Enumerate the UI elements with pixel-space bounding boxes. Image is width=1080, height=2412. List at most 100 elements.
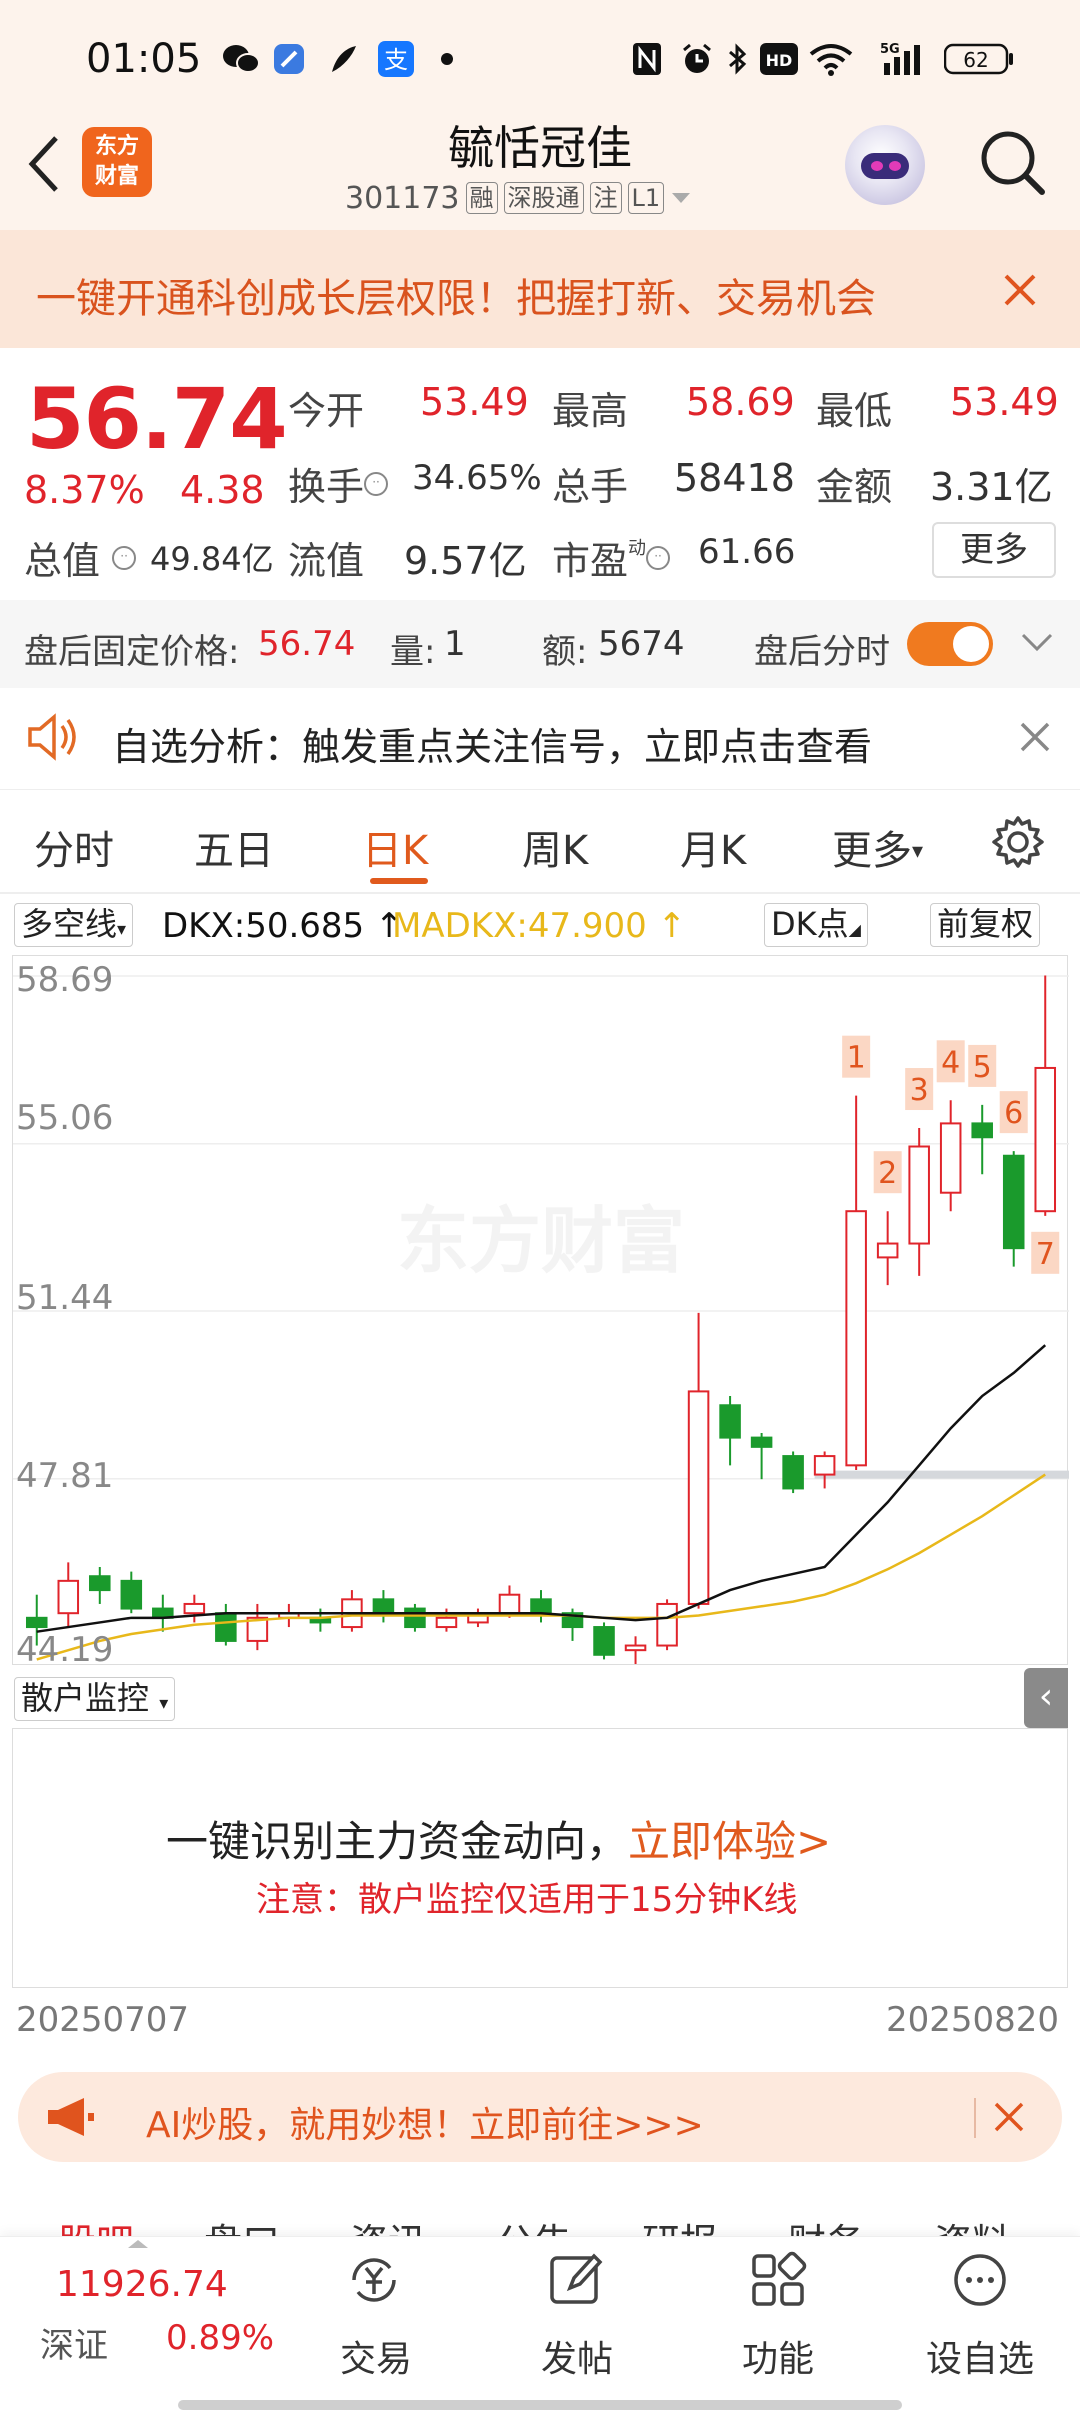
- more-dot-icon: [440, 42, 454, 76]
- candle-body: [120, 1579, 143, 1610]
- svg-text:HD: HD: [766, 51, 793, 70]
- bluetooth-icon: [726, 42, 750, 76]
- stock-subtitle[interactable]: 301173 融 深股通 注 L1: [345, 178, 692, 218]
- tab-weekly-k[interactable]: 周K: [522, 818, 588, 876]
- more-button[interactable]: 更多: [932, 522, 1056, 578]
- ah-price-label: 盘后固定价格:: [24, 632, 240, 672]
- nav-add-watchlist[interactable]: 设自选: [926, 2330, 1034, 2382]
- y-tick-label: 58.69: [16, 960, 114, 1000]
- candle-body: [25, 1616, 48, 1629]
- dk-point-label: 3: [910, 1073, 929, 1108]
- after-hours-toggle[interactable]: [907, 622, 993, 666]
- pe-value: 61.66: [698, 532, 796, 572]
- dk-point-button[interactable]: DK点◢: [764, 903, 868, 947]
- ah-volume-value: 1: [444, 624, 466, 664]
- monitor-main-text: 一键识别主力资金动向，立即体验>: [166, 1817, 832, 1866]
- alert-text[interactable]: 自选分析：触发重点关注信号，立即点击查看: [112, 716, 872, 771]
- trade-icon[interactable]: [344, 2250, 404, 2310]
- nav-trade[interactable]: 交易: [340, 2330, 412, 2382]
- open-value: 53.49: [420, 380, 529, 424]
- chevron-down-icon[interactable]: [1020, 630, 1054, 654]
- float-value: 9.57亿: [404, 539, 527, 583]
- y-tick-label: 55.06: [16, 1098, 114, 1138]
- amount-label: 金额: [816, 465, 893, 509]
- adjust-mode-button[interactable]: 前复权: [930, 903, 1041, 947]
- ai-bar-divider: [974, 2098, 976, 2138]
- banner-close-icon[interactable]: [1000, 270, 1040, 310]
- alert-close-icon[interactable]: [1018, 720, 1052, 754]
- x-start-date: 20250707: [16, 2000, 190, 2040]
- svg-text:支: 支: [384, 46, 408, 74]
- nfc-icon: [632, 42, 662, 76]
- nav-functions[interactable]: 功能: [742, 2330, 814, 2382]
- tab-monthly-k[interactable]: 月K: [680, 818, 746, 876]
- tab-daily-k[interactable]: 日K: [362, 818, 428, 876]
- index-value[interactable]: 11926.74: [56, 2264, 228, 2305]
- nav-post[interactable]: 发帖: [541, 2330, 613, 2382]
- candle-body: [498, 1593, 521, 1615]
- indicator-select[interactable]: 多空线▾: [14, 903, 134, 947]
- y-tick-label: 47.81: [16, 1456, 114, 1496]
- functions-icon[interactable]: [748, 2250, 808, 2310]
- float-label: 流值: [288, 539, 365, 583]
- y-tick-label: 51.44: [16, 1278, 114, 1318]
- candle-body: [89, 1575, 111, 1592]
- system-nav-pill[interactable]: [178, 2400, 902, 2410]
- dk-point-label: 6: [1004, 1096, 1023, 1131]
- index-name[interactable]: 深证: [40, 2318, 108, 2367]
- mktcap-value: 49.84亿: [150, 540, 274, 578]
- candle-body: [1002, 1154, 1025, 1250]
- robot-avatar-icon[interactable]: [845, 125, 925, 205]
- banner-text: 一键开通科创成长层权限！把握打新、交易机会: [36, 276, 876, 322]
- candle-body: [372, 1598, 395, 1615]
- settings-gear-icon[interactable]: [990, 814, 1046, 870]
- y-tick-label: 44.19: [16, 1630, 114, 1670]
- current-price: 56.74: [26, 370, 288, 468]
- promo-banner[interactable]: 一键开通科创成长层权限！把握打新、交易机会: [0, 230, 1080, 348]
- ai-bar-text[interactable]: AI炒股，就用妙想！立即前往>>>: [146, 2096, 704, 2148]
- wifi-icon: [808, 42, 854, 76]
- candle-body: [719, 1404, 741, 1439]
- low-label: 最低: [816, 389, 893, 433]
- hd-icon: HD: [760, 42, 798, 76]
- index-change[interactable]: 0.89%: [166, 2318, 274, 2358]
- wechat-icon: [222, 42, 260, 76]
- monitor-link[interactable]: 立即体验>: [628, 1817, 831, 1866]
- collapse-panel-icon[interactable]: ‹: [1024, 1668, 1068, 1728]
- dk-point-label: 7: [1036, 1237, 1055, 1272]
- add-watchlist-icon[interactable]: [950, 2250, 1010, 2310]
- tag-note: 注: [589, 182, 622, 214]
- candle-body: [908, 1145, 930, 1245]
- kline-chart-svg: 东方财富 1 2 34 56 7: [13, 975, 1069, 1665]
- battery-icon: 62: [944, 42, 1014, 76]
- ai-bar-close-icon[interactable]: [992, 2100, 1026, 2134]
- post-icon[interactable]: [546, 2250, 606, 2310]
- tab-more[interactable]: 更多▾: [832, 818, 923, 876]
- dk-point-label: 4: [941, 1045, 960, 1080]
- kline-chart[interactable]: 东方财富 1 2 3 4 5 6 7: [12, 955, 1069, 1665]
- dk-point-label: 1: [847, 1041, 866, 1076]
- monitor-select[interactable]: 散户监控 ▾: [14, 1677, 176, 1721]
- status-time: 01:05: [86, 36, 202, 82]
- dk-point-label: 5: [973, 1050, 992, 1085]
- tab-intraday[interactable]: 分时: [34, 818, 114, 876]
- candle-body: [813, 1455, 836, 1476]
- signal-5g-icon: 5G: [880, 42, 930, 76]
- megaphone-icon: [48, 2098, 94, 2136]
- volume-value: 58418: [674, 456, 795, 500]
- speaker-icon: [28, 713, 76, 761]
- candle-body: [876, 1242, 899, 1259]
- dk-point-label: 2: [878, 1156, 897, 1191]
- change-amount: 4.38: [180, 468, 265, 512]
- candle-body: [404, 1607, 426, 1629]
- feather-icon: [326, 42, 360, 76]
- stock-code: 301173: [345, 180, 460, 216]
- search-icon[interactable]: [978, 128, 1048, 198]
- candle-body: [971, 1122, 993, 1139]
- candle-body: [624, 1644, 647, 1652]
- x-end-date: 20250820: [886, 2000, 1060, 2040]
- candle-body: [215, 1612, 237, 1642]
- active-tab-indicator: [370, 878, 428, 884]
- tab-five-day[interactable]: 五日: [194, 818, 274, 876]
- dropdown-caret-icon[interactable]: [670, 191, 692, 205]
